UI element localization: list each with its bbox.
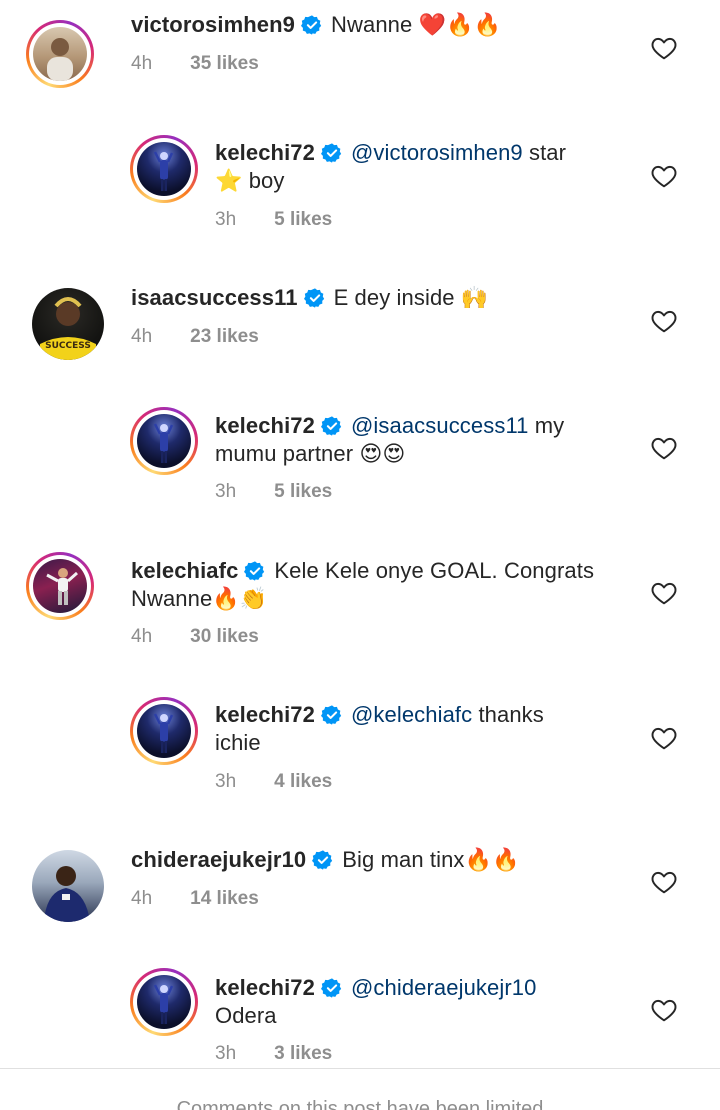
verified-badge-icon: [312, 850, 333, 870]
comment-body-cont: Odera: [215, 1003, 277, 1028]
likes-count[interactable]: 4 likes: [274, 771, 332, 792]
verified-badge-icon: [320, 143, 342, 163]
comment-body: star: [522, 140, 567, 165]
comment-text: victorosimhen9 Nwanne ❤️🔥🔥: [131, 11, 501, 39]
heart-outline-icon[interactable]: [651, 436, 677, 460]
likes-count[interactable]: 35 likes: [190, 53, 259, 74]
comment-body-cont: ichie: [215, 730, 261, 755]
avatar[interactable]: [130, 968, 198, 1036]
username-link[interactable]: chideraejukejr10: [131, 847, 306, 872]
comment-body: thanks: [472, 702, 544, 727]
comment-meta: 3h 5 likes: [215, 481, 332, 503]
avatar[interactable]: [130, 697, 198, 765]
username-link[interactable]: kelechi72: [215, 702, 315, 727]
avatar[interactable]: [26, 552, 94, 620]
mention-link[interactable]: @kelechiafc: [351, 702, 472, 727]
heart-outline-icon[interactable]: [651, 36, 677, 60]
profile-photo-icon: [33, 559, 87, 613]
likes-count[interactable]: 3 likes: [274, 1043, 332, 1064]
timestamp: 4h: [131, 53, 153, 74]
comment-body: Kele Kele onye GOAL. Congrats: [274, 558, 595, 583]
comment-meta: 3h 4 likes: [215, 771, 332, 793]
avatar-text: SUCCESS: [45, 341, 91, 351]
heart-outline-icon[interactable]: [651, 998, 677, 1022]
likes-count[interactable]: 5 likes: [274, 481, 332, 502]
comment-body: Big man tinx🔥🔥: [342, 847, 520, 872]
mention-link[interactable]: @chideraejukejr10: [351, 975, 536, 1000]
comment-text: kelechi72 @chideraejukejr10 Odera: [215, 974, 536, 1030]
comment-text: kelechi72 @isaacsuccess11 my mumu partner …: [215, 412, 564, 468]
likes-count[interactable]: 14 likes: [190, 888, 259, 909]
comment-body: E dey inside 🙌: [333, 285, 489, 310]
avatar[interactable]: SUCCESS: [32, 288, 104, 360]
profile-photo-icon: [137, 414, 191, 468]
username-link[interactable]: kelechiafc: [131, 558, 238, 583]
likes-count[interactable]: 5 likes: [274, 209, 332, 230]
username-link[interactable]: kelechi72: [215, 413, 315, 438]
profile-photo-icon: [137, 704, 191, 758]
comment-text: kelechiafc Kele Kele onye GOAL. Congrats N…: [131, 557, 594, 613]
profile-photo-icon: [137, 975, 191, 1029]
comment-body-cont: ⭐ boy: [215, 168, 285, 193]
timestamp: 3h: [215, 481, 237, 502]
comment-body: my: [528, 413, 565, 438]
username-link[interactable]: kelechi72: [215, 140, 315, 165]
comment-meta: 4h 35 likes: [131, 53, 259, 75]
comment-text: kelechi72 @kelechiafc thanks ichie: [215, 701, 544, 757]
verified-badge-icon: [320, 705, 342, 725]
footer-divider: [0, 1068, 720, 1069]
profile-photo-icon: SUCCESS: [40, 297, 96, 360]
mention-link[interactable]: @victorosimhen9: [351, 140, 523, 165]
heart-outline-icon[interactable]: [651, 581, 677, 605]
heart-outline-icon[interactable]: [651, 726, 677, 750]
verified-badge-icon: [301, 15, 322, 35]
username-link[interactable]: isaacsuccess11: [131, 285, 298, 310]
comment-body: Nwanne ❤️🔥🔥: [331, 12, 502, 37]
heart-outline-icon[interactable]: [651, 309, 677, 333]
comment-text: isaacsuccess11 E dey inside 🙌: [131, 284, 488, 312]
likes-count[interactable]: 23 likes: [190, 326, 259, 347]
timestamp: 3h: [215, 1043, 237, 1064]
profile-photo-icon: [44, 866, 90, 922]
verified-badge-icon: [303, 288, 324, 308]
verified-badge-icon: [320, 416, 342, 436]
timestamp: 4h: [131, 326, 153, 347]
comment-meta: 4h 30 likes: [131, 626, 259, 648]
heart-outline-icon[interactable]: [651, 870, 677, 894]
avatar[interactable]: [130, 407, 198, 475]
timestamp: 3h: [215, 209, 237, 230]
comment-text: chideraejukejr10 Big man tinx🔥🔥: [131, 846, 520, 874]
comment-body-cont: mumu partner 😍😍: [215, 441, 406, 466]
comment-meta: 3h 3 likes: [215, 1043, 332, 1065]
likes-count[interactable]: 30 likes: [190, 626, 259, 647]
comments-limited-note: Comments on this post have been limited: [176, 1098, 544, 1110]
avatar[interactable]: [32, 850, 104, 922]
username-link[interactable]: kelechi72: [215, 975, 315, 1000]
profile-photo-icon: [137, 142, 191, 196]
comment-meta: 4h 23 likes: [131, 326, 259, 348]
profile-photo-icon: [33, 27, 87, 81]
comment-meta: 3h 5 likes: [215, 209, 332, 231]
username-link[interactable]: victorosimhen9: [131, 12, 295, 37]
comment-meta: 4h 14 likes: [131, 888, 259, 910]
comment-text: kelechi72 @victorosimhen9 star ⭐ boy: [215, 139, 566, 195]
avatar[interactable]: [26, 20, 94, 88]
mention-link[interactable]: @isaacsuccess11: [351, 413, 529, 438]
timestamp: 4h: [131, 626, 153, 647]
heart-outline-icon[interactable]: [651, 164, 677, 188]
verified-badge-icon: [244, 561, 265, 581]
comment-body-cont: Nwanne🔥👏: [131, 586, 268, 611]
timestamp: 3h: [215, 771, 237, 792]
verified-badge-icon: [320, 978, 342, 998]
avatar[interactable]: [130, 135, 198, 203]
timestamp: 4h: [131, 888, 153, 909]
